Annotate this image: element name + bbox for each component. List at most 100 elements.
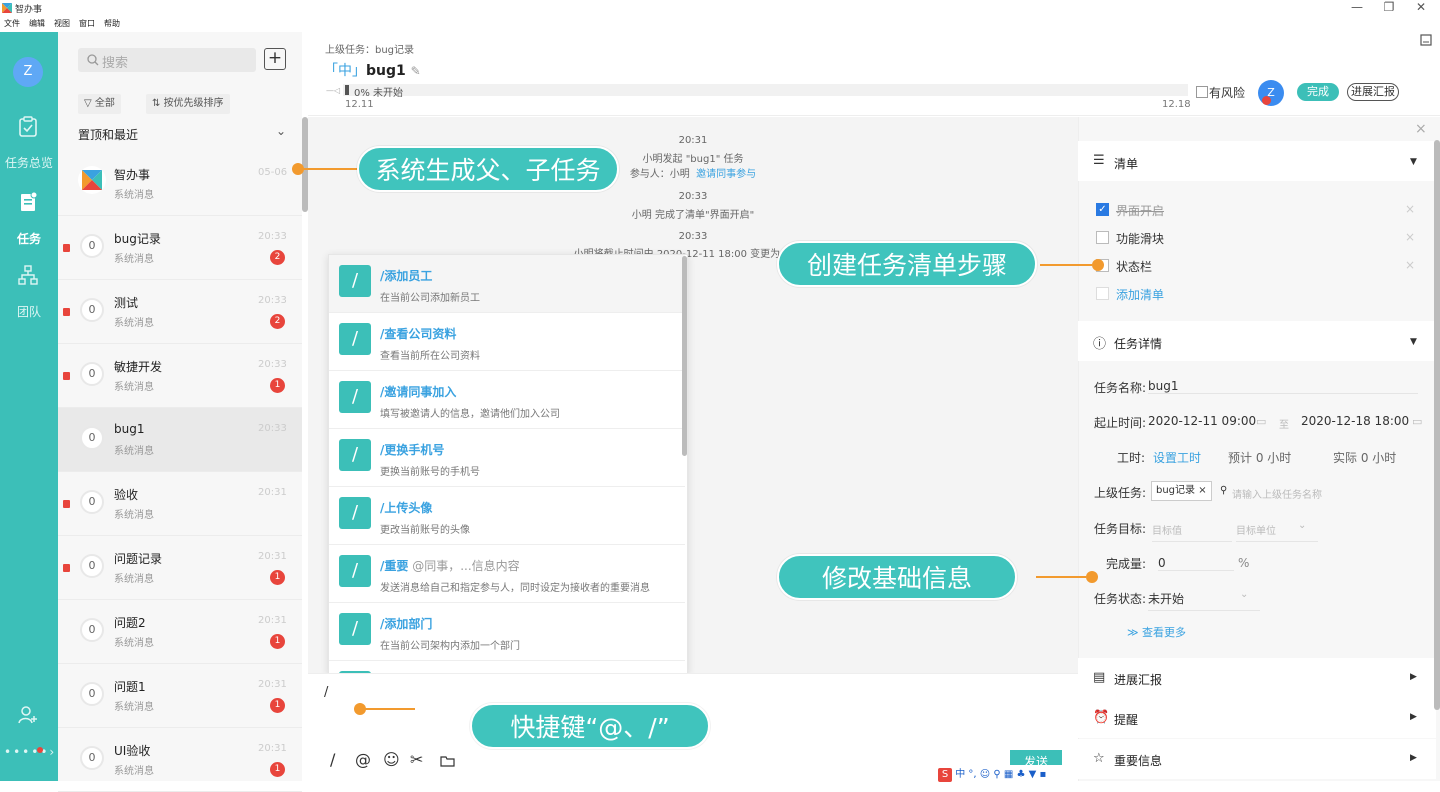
list-icon: ☰: [1093, 153, 1105, 168]
org-chart-icon[interactable]: [17, 264, 39, 286]
menu-edit[interactable]: 编辑: [29, 18, 45, 29]
scissors-icon[interactable]: ✂: [410, 750, 423, 769]
goal-value-input[interactable]: 目标值: [1152, 522, 1232, 542]
caret-down-icon[interactable]: ▼: [1410, 157, 1417, 167]
progress-ring: 0: [80, 362, 104, 386]
command-item[interactable]: / /添加部门 在当前公司架构内添加一个部门: [329, 603, 685, 661]
add-checklist-link[interactable]: 添加清单: [1116, 286, 1164, 303]
checklist-item[interactable]: 功能滑块: [1116, 230, 1164, 247]
task-item-subtitle: 系统消息: [114, 446, 154, 457]
command-item[interactable]: / /更换手机号 更换当前账号的手机号: [329, 429, 685, 487]
close-panel-icon[interactable]: ×: [1415, 121, 1427, 137]
set-hours-link[interactable]: 设置工时: [1153, 449, 1201, 466]
nav-team[interactable]: 团队: [0, 303, 58, 320]
nav-task-overview[interactable]: 任务总览: [0, 154, 58, 171]
ime-icons: 中 °, ☺ ⚲ ▦ ♣ ▼ ▪: [955, 769, 1047, 780]
section-pinned-recent[interactable]: 置顶和最近: [78, 126, 138, 143]
invite-colleague-link[interactable]: 邀请同事参与: [696, 169, 756, 180]
command-item[interactable]: / /添加员工 在当前公司添加新员工: [329, 255, 685, 313]
delete-item-icon[interactable]: ×: [1405, 202, 1415, 216]
task-item-time: 20:33: [258, 423, 287, 434]
mention-icon[interactable]: @: [355, 750, 371, 769]
checklist-item[interactable]: 状态栏: [1116, 258, 1152, 275]
caret-right-icon[interactable]: ▶: [1410, 712, 1417, 722]
report-title: 进展汇报: [1114, 673, 1163, 687]
parent-task-label[interactable]: 上级任务：bug记录: [325, 41, 414, 56]
delete-item-icon[interactable]: ×: [1405, 258, 1415, 272]
show-more-link[interactable]: ≫ 查看更多: [1127, 624, 1186, 640]
edit-pencil-icon[interactable]: ✎: [411, 64, 421, 78]
command-item[interactable]: / /重要 @同事，...信息内容 发送消息给自己和指定参与人，同时设定为接收者的重…: [329, 545, 685, 603]
command-desc: 填写被邀请人的信息，邀请他们加入公司: [380, 409, 560, 420]
start-time-input[interactable]: 2020-12-11 09:00: [1148, 414, 1256, 428]
task-item-subtitle: 系统消息: [114, 766, 154, 777]
notification-dot: [37, 747, 43, 753]
clipboard-icon[interactable]: [17, 116, 39, 138]
complete-button[interactable]: 完成: [1297, 83, 1339, 101]
work-hours-label: 工时:: [1117, 451, 1146, 465]
task-item-title: 问题1: [114, 680, 146, 694]
command-item[interactable]: / /邀请同事加入 填写被邀请人的信息，邀请他们加入公司: [329, 371, 685, 429]
flag-icon: [63, 308, 70, 316]
risk-checkbox[interactable]: [1196, 86, 1208, 98]
checklist-item[interactable]: 界面开启: [1116, 202, 1164, 219]
command-name: /上传头像: [380, 501, 433, 515]
folder-icon[interactable]: [440, 755, 455, 767]
app-logo-icon: [2, 3, 12, 13]
input-text: /: [324, 685, 329, 700]
chevron-down-icon[interactable]: ⌄: [276, 124, 286, 138]
note-icon[interactable]: [1420, 34, 1432, 46]
menu-file[interactable]: 文件: [4, 18, 20, 29]
command-scrollbar[interactable]: [682, 256, 687, 456]
delete-item-icon[interactable]: ×: [1405, 230, 1415, 244]
slash-command-icon[interactable]: /: [330, 750, 335, 769]
more-dots-icon[interactable]: •••••›: [4, 745, 56, 759]
command-title: /邀请同事加入: [380, 383, 456, 400]
parent-task-tag[interactable]: bug记录 ×: [1151, 481, 1212, 501]
add-contact-icon[interactable]: [17, 704, 39, 726]
minimize-button[interactable]: —: [1349, 0, 1365, 14]
command-item[interactable]: / /查看公司资料 查看当前所在公司资料: [329, 313, 685, 371]
caret-down-icon[interactable]: ▼: [1410, 337, 1417, 347]
end-time-input[interactable]: 2020-12-18 18:00: [1301, 414, 1409, 428]
command-item[interactable]: / /上传头像 更改当前账号的头像: [329, 487, 685, 545]
parent-task-search[interactable]: 请输入上级任务名称: [1232, 486, 1322, 501]
slash-icon: /: [339, 613, 371, 645]
ime-toolbar[interactable]: S 中 °, ☺ ⚲ ▦ ♣ ▼ ▪: [938, 765, 1084, 782]
detail-scrollbar[interactable]: [1434, 140, 1440, 710]
user-avatar[interactable]: Z: [13, 57, 43, 87]
checklist-checkbox[interactable]: [1096, 231, 1109, 244]
nav-tasks[interactable]: 任务: [0, 230, 58, 247]
checklist-checkbox[interactable]: ✓: [1096, 203, 1109, 216]
calendar-icon[interactable]: ▭: [1256, 415, 1266, 428]
progress-bar[interactable]: [343, 84, 1188, 96]
caret-right-icon[interactable]: ▶: [1410, 672, 1417, 682]
restore-button[interactable]: ❐: [1381, 0, 1397, 14]
task-item-subtitle: 系统消息: [114, 190, 154, 201]
task-item-title: UI验收: [114, 744, 151, 758]
completion-input[interactable]: 0: [1158, 556, 1234, 571]
progress-start-icon: —◁: [326, 86, 341, 95]
menu-help[interactable]: 帮助: [104, 18, 120, 29]
filter-all-button[interactable]: ▽ 全部: [78, 94, 121, 114]
task-title-text: bug1: [366, 63, 406, 79]
progress-report-button[interactable]: 进展汇报: [1347, 83, 1399, 101]
menu-window[interactable]: 窗口: [79, 18, 95, 29]
command-title: /查看公司资料: [380, 325, 456, 342]
task-name-input[interactable]: bug1: [1148, 379, 1418, 394]
emoji-icon[interactable]: ☺: [383, 750, 400, 769]
calendar-icon[interactable]: ▭: [1412, 415, 1422, 428]
caret-right-icon[interactable]: ▶: [1410, 753, 1417, 763]
filter-all-label: 全部: [94, 98, 115, 109]
info-icon: ⓘ: [1093, 337, 1107, 352]
task-item-time: 20:31: [258, 679, 287, 690]
menu-view[interactable]: 视图: [54, 18, 70, 29]
command-popup: / /添加员工 在当前公司添加新员工 / /查看公司资料 查看当前所在公司资料 / /邀请同事…: [328, 254, 688, 674]
task-doc-icon[interactable]: [17, 191, 39, 213]
task-title[interactable]: 「中」bug1 ✎: [324, 60, 421, 80]
sort-priority-button[interactable]: ⇅ 按优先级排序: [146, 94, 230, 114]
add-task-button[interactable]: +: [264, 48, 286, 70]
close-window-button[interactable]: ✕: [1413, 0, 1429, 14]
goal-label: 任务目标:: [1094, 522, 1147, 536]
command-desc: 更换当前账号的手机号: [380, 467, 480, 478]
